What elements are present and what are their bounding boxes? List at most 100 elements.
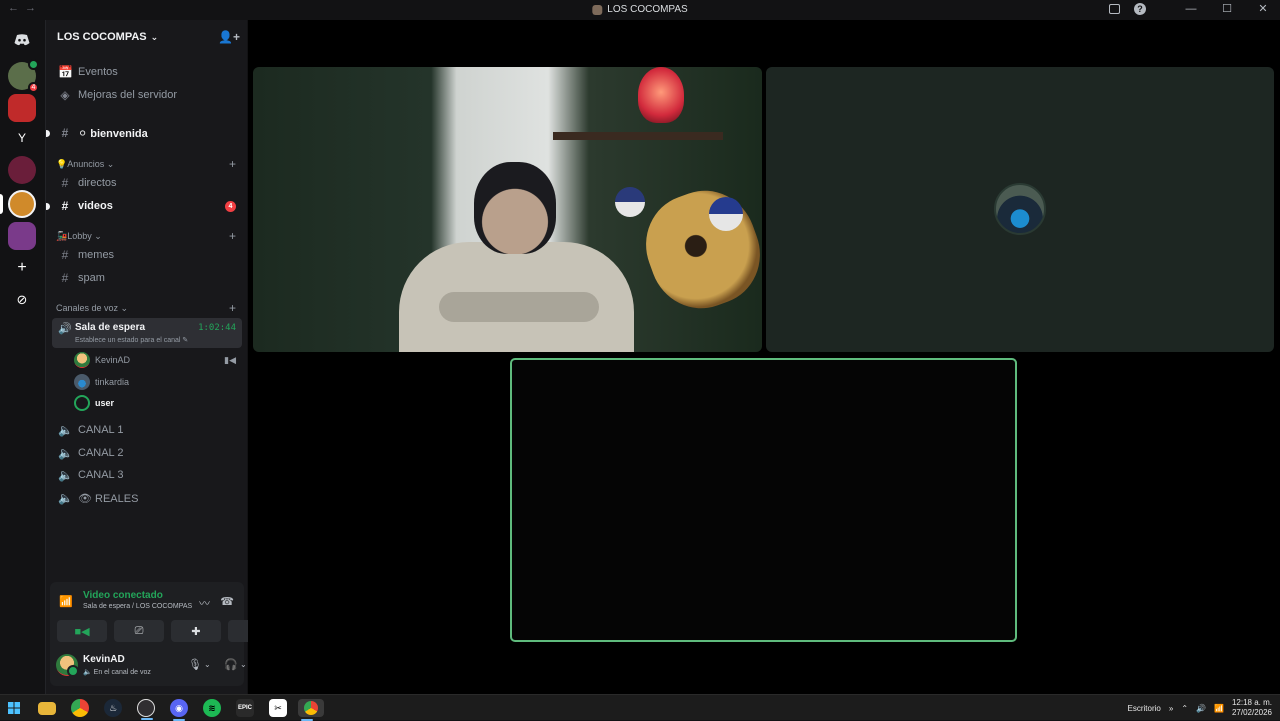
add-channel-icon[interactable]: + [229,157,236,171]
disconnect-icon[interactable]: ☎ [220,595,234,608]
chevron-down-icon: ⌄ [150,31,159,42]
voice-user-self[interactable]: user [74,393,242,413]
chrome-icon[interactable] [71,699,89,717]
title-bar: ←→ LOS COCOMPAS ? — ☐ ✕ [0,0,1280,20]
user-panel: KevinAD 🔈 En el canal de voz 🎙 ⌄ 🎧 ⌄ ⚙ [50,646,271,686]
steam-icon[interactable]: ♨ [104,699,122,717]
category-lobby[interactable]: 🚂Lobby ⌄ + [56,229,242,243]
activities-icon: ✚ [191,625,201,638]
voice-channel-canal-1[interactable]: 🔈 CANAL 1 [52,420,242,440]
channel-videos[interactable]: # videos 4 [46,196,242,216]
video-tile-kevinad[interactable] [253,67,762,352]
video-tile-tinkardia[interactable] [766,67,1274,352]
explore-servers-button[interactable]: ⊘ [8,286,36,314]
close-button[interactable]: ✕ [1252,2,1274,15]
scene-shelf [553,132,723,140]
start-icon[interactable] [5,699,23,717]
user-avatar[interactable] [56,654,79,677]
inbox-icon[interactable] [1109,3,1120,14]
discord-icon[interactable]: ◉ [170,699,188,721]
mic-options-chevron-icon[interactable]: ⌄ [204,660,211,669]
camera-on-icon: ▮◀ [224,354,236,365]
server-name: LOS COCOMPAS [57,31,147,43]
clock-time: 12:18 a. m. [1231,698,1272,707]
maximize-button[interactable]: ☐ [1216,2,1238,15]
speaker-icon: 🔈 [58,468,73,482]
category-label: 🚂Lobby ⌄ [56,230,102,241]
toolbar-overflow-icon[interactable]: » [1169,704,1173,713]
server-mini-icon [592,4,603,15]
chrome-icon-2 [304,701,318,715]
activities-button[interactable]: ✚ [171,620,221,642]
channel-bienvenida[interactable]: # ⚪ bienvenida [46,123,242,143]
volume-icon[interactable]: 🔊 [1196,704,1206,713]
add-server-button[interactable]: + [8,254,36,282]
server-header[interactable]: LOS COCOMPAS ⌄ 👤+ [46,20,248,54]
server-icon-1[interactable]: 4 [8,59,39,93]
tray-chevron-up-icon[interactable]: ⌃ [1181,704,1188,713]
minimize-button[interactable]: — [1180,3,1202,15]
voice-user-kevinad[interactable]: KevinAD ▮◀ [74,350,242,370]
help-icon[interactable]: ? [1134,2,1146,15]
unread-dot [46,129,50,137]
voice-channel-reales[interactable]: 🔈 👁 REALES [52,488,242,508]
windows-logo-icon [8,702,20,714]
video-tile-self-speaking[interactable] [510,358,1017,642]
epic-games-icon[interactable]: EPIC [236,699,254,717]
channel-directos[interactable]: # directos [52,173,242,193]
headphones-icon[interactable]: 🎧 [224,658,238,671]
spotify-icon[interactable]: ≋ [203,699,221,717]
voice-connection-panel: 📶 Video conectado Sala de espera / LOS C… [50,582,278,646]
user-name[interactable]: KevinAD [83,654,125,665]
back-arrow-icon[interactable]: ← [8,2,25,14]
forward-arrow-icon[interactable]: → [25,2,42,14]
server-icon-4[interactable] [8,156,36,184]
sidebar-item-boosts[interactable]: ◈ Mejoras del servidor [52,85,242,105]
add-channel-icon[interactable]: + [229,229,236,243]
compass-icon: ⊘ [16,292,28,307]
screen-share-button[interactable]: ⎚ [114,620,164,642]
calendar-icon: 📅 [58,65,73,79]
add-member-icon[interactable]: 👤+ [218,30,240,44]
sidebar-item-eventos[interactable]: 📅 Eventos [52,62,242,82]
file-explorer-icon[interactable] [38,702,56,715]
headphones-options-chevron-icon[interactable]: ⌄ [240,660,247,669]
voice-channel-label: CANAL 2 [78,447,124,459]
add-server-icon: + [17,259,27,276]
connection-location[interactable]: Sala de espera / LOS COCOMPAS [83,603,192,610]
discord-home-icon[interactable] [8,26,36,54]
connection-signal-icon[interactable]: 📶 [59,595,73,608]
microphone-icon[interactable]: 🎙 [188,658,202,671]
obs-icon[interactable] [137,699,155,720]
channel-label: spam [78,272,105,284]
voice-channel-canal-2[interactable]: 🔈 CANAL 2 [52,443,242,463]
clock[interactable]: 12:18 a. m. 27/02/2026 [1232,698,1272,718]
chrome-window-icon[interactable] [298,699,324,721]
boost-icon: ◈ [60,88,70,102]
noise-suppression-icon[interactable]: 〰 [199,595,210,611]
category-voice[interactable]: Canales de voz ⌄ + [56,301,242,315]
channel-spam[interactable]: # spam [52,268,242,288]
window-title-text: LOS COCOMPAS [607,4,688,15]
channel-memes[interactable]: # memes [52,245,242,265]
mention-badge: 4 [225,200,236,212]
camera-button[interactable]: ■◀ [57,620,107,642]
voice-user-tinkardia[interactable]: tinkardia [74,372,242,392]
voice-channel-canal-3[interactable]: 🔈 CANAL 3 [52,465,242,485]
add-channel-icon[interactable]: + [229,301,236,315]
capcut-icon[interactable]: ✂ [269,699,287,717]
server-icon-6[interactable] [8,222,36,250]
user-status: 🔈 En el canal de voz [83,669,151,676]
status-dot [28,59,39,70]
desktop-toolbar[interactable]: Escritorio [1128,704,1161,713]
connection-status[interactable]: Video conectado [83,590,163,601]
voice-channel-sala-de-espera[interactable]: 🔊 Sala de espera 1:02:44 Establece un es… [52,318,242,348]
server-icon-los-cocompas[interactable] [8,190,36,218]
channel-status-prompt[interactable]: Establece un estado para el canal ✎ [75,336,188,344]
category-label: 💡Anuncios ⌄ [56,158,115,169]
network-icon[interactable]: 📶 [1214,704,1224,713]
rtc-action-buttons: ■◀ ⎚ ✚ ♫ [57,620,278,642]
category-anuncios[interactable]: 💡Anuncios ⌄ + [56,157,242,171]
server-icon-y[interactable]: Y [8,124,36,152]
server-icon-2[interactable] [8,94,36,122]
